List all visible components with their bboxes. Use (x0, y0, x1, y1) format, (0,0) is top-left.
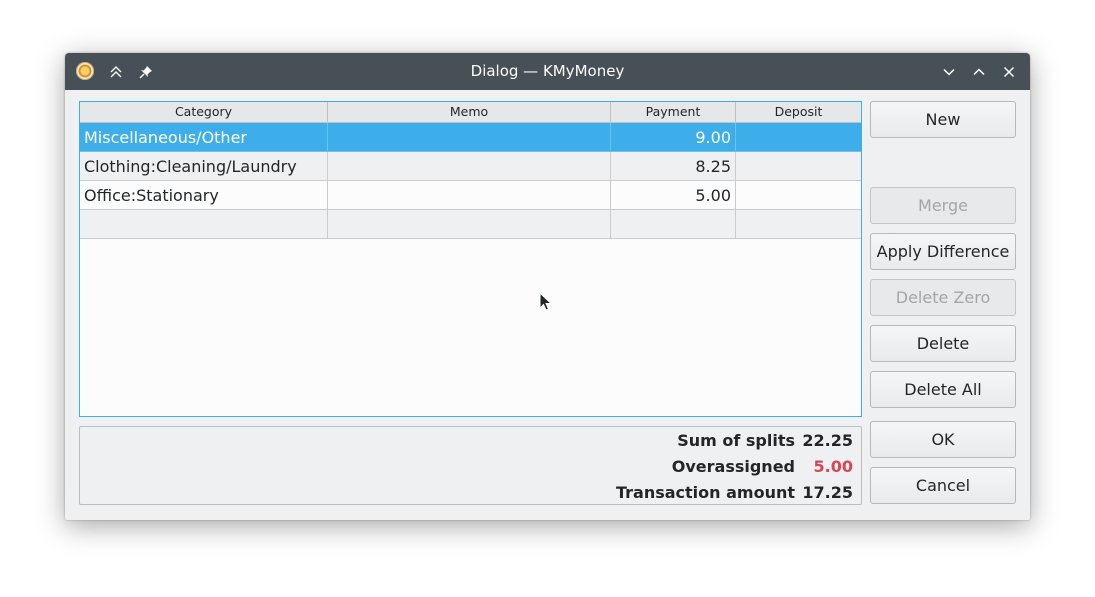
column-header-deposit[interactable]: Deposit (736, 102, 861, 122)
ok-button[interactable]: OK (870, 421, 1016, 458)
deposit-cell[interactable] (736, 123, 861, 152)
overassigned-label: Overassigned (671, 457, 795, 476)
deposit-cell[interactable] (736, 152, 861, 181)
new-button[interactable]: New (870, 101, 1016, 138)
mouse-cursor-icon (539, 292, 553, 311)
maximize-icon[interactable] (969, 62, 989, 82)
payment-cell[interactable]: 8.25 (611, 152, 736, 181)
window-title: Dialog — KMyMoney (470, 62, 625, 80)
memo-cell[interactable] (328, 152, 611, 181)
table-row[interactable]: Clothing:Cleaning/Laundry 8.25 (80, 152, 861, 181)
column-header-category[interactable]: Category (80, 102, 328, 122)
column-header-memo[interactable]: Memo (328, 102, 611, 122)
cancel-button[interactable]: Cancel (870, 467, 1016, 504)
sum-of-splits-value: 22.25 (802, 431, 853, 450)
column-header-payment[interactable]: Payment (611, 102, 736, 122)
deposit-cell[interactable] (736, 181, 861, 210)
table-row[interactable]: Office:Stationary 5.00 (80, 181, 861, 210)
memo-cell[interactable] (328, 181, 611, 210)
transaction-amount-label: Transaction amount (615, 483, 795, 502)
splits-table[interactable]: Category Memo Payment Deposit Miscellane… (79, 101, 862, 417)
apply-difference-button[interactable]: Apply Difference (870, 233, 1016, 270)
sum-of-splits-label: Sum of splits (677, 431, 795, 450)
minimize-icon[interactable] (939, 62, 959, 82)
payment-cell[interactable] (611, 210, 736, 239)
table-row-empty[interactable] (80, 210, 861, 239)
payment-cell[interactable]: 9.00 (611, 123, 736, 152)
delete-all-button[interactable]: Delete All (870, 371, 1016, 408)
title-bar[interactable]: Dialog — KMyMoney (65, 53, 1030, 90)
table-header: Category Memo Payment Deposit (80, 102, 861, 123)
payment-cell[interactable]: 5.00 (611, 181, 736, 210)
split-transaction-dialog: Dialog — KMyMoney Category Memo Payment … (65, 53, 1030, 520)
delete-zero-button[interactable]: Delete Zero (870, 279, 1016, 316)
category-cell[interactable]: Clothing:Cleaning/Laundry (80, 152, 328, 181)
summary-panel: Sum of splits 22.25 Overassigned 5.00 Tr… (79, 426, 862, 505)
deposit-cell[interactable] (736, 210, 861, 239)
overassigned-value: 5.00 (813, 457, 853, 476)
table-row[interactable]: Miscellaneous/Other 9.00 (80, 123, 861, 152)
merge-button[interactable]: Merge (870, 187, 1016, 224)
category-cell[interactable]: Miscellaneous/Other (80, 123, 328, 152)
delete-button[interactable]: Delete (870, 325, 1016, 362)
close-icon[interactable] (999, 62, 1019, 82)
category-cell[interactable] (80, 210, 328, 239)
category-cell[interactable]: Office:Stationary (80, 181, 328, 210)
memo-cell[interactable] (328, 123, 611, 152)
transaction-amount-value: 17.25 (802, 483, 853, 502)
memo-cell[interactable] (328, 210, 611, 239)
